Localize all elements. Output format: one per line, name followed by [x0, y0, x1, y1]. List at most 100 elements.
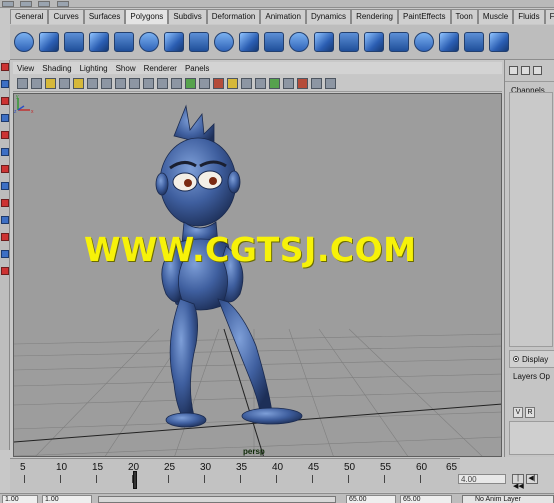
boolean-icon[interactable]: [364, 32, 384, 52]
sphere-icon[interactable]: [14, 32, 34, 52]
smooth-shade-icon[interactable]: [185, 77, 196, 89]
animation-start-field[interactable]: 1.00: [2, 495, 38, 503]
menu-shading[interactable]: Shading: [42, 64, 71, 73]
tab-muscle[interactable]: Muscle: [477, 9, 514, 24]
go-to-start-button[interactable]: |◀◀: [512, 474, 524, 490]
tab-deformation[interactable]: Deformation: [206, 9, 261, 24]
separate-icon[interactable]: [289, 32, 309, 52]
quadrangulate-icon[interactable]: [464, 32, 484, 52]
soccer-ball-icon[interactable]: [239, 32, 259, 52]
layout-graph-icon[interactable]: [1, 216, 9, 224]
step-back-button[interactable]: ◀|: [526, 474, 538, 484]
smooth-icon[interactable]: [339, 32, 359, 52]
current-frame-field[interactable]: 4.00: [458, 474, 506, 484]
wireframe-icon[interactable]: [171, 77, 182, 89]
lasso-tool-icon[interactable]: [1, 80, 9, 88]
tab-painteffects[interactable]: PaintEffects: [397, 9, 451, 24]
high-quality-icon[interactable]: [283, 77, 294, 89]
two-sided-lighting-icon[interactable]: [325, 77, 336, 89]
layout-outliner-icon[interactable]: [1, 199, 9, 207]
tab-curves[interactable]: Curves: [48, 9, 84, 24]
animation-end-field[interactable]: 65.00: [400, 495, 452, 503]
tab-general[interactable]: General: [10, 9, 49, 24]
isolate-select-icon[interactable]: [269, 77, 280, 89]
combine-icon[interactable]: [264, 32, 284, 52]
select-camera-icon[interactable]: [17, 77, 28, 89]
camera-attributes-icon[interactable]: [31, 77, 42, 89]
display-radio[interactable]: [513, 356, 519, 362]
menu-lighting[interactable]: Lighting: [80, 64, 108, 73]
tab-fluids[interactable]: Fluids: [513, 9, 545, 24]
status-line-icon[interactable]: [2, 1, 14, 7]
plane-icon[interactable]: [114, 32, 134, 52]
menu-show[interactable]: Show: [116, 64, 136, 73]
tab-dynamics[interactable]: Dynamics: [305, 9, 352, 24]
tool-settings-toggle-icon[interactable]: [533, 66, 542, 75]
time-slider[interactable]: 5 10 15 20 25 30 35 40 45 50 55 60 65: [10, 458, 460, 492]
visibility-toggle[interactable]: V: [513, 407, 523, 418]
bookmark-icon[interactable]: [45, 77, 56, 89]
textured-icon[interactable]: [213, 77, 224, 89]
playback-end-field[interactable]: 65.00: [346, 495, 396, 503]
tab-rendering[interactable]: Rendering: [351, 9, 398, 24]
layout-extra-icon[interactable]: [1, 267, 9, 275]
extract-icon[interactable]: [314, 32, 334, 52]
anim-layer-selector[interactable]: No Anim Layer: [462, 495, 554, 503]
menu-view[interactable]: View: [17, 64, 34, 73]
xray-icon[interactable]: [255, 77, 266, 89]
reference-toggle[interactable]: R: [525, 407, 535, 418]
range-slider[interactable]: [98, 496, 336, 503]
cube-icon[interactable]: [39, 32, 59, 52]
tab-fur[interactable]: Fu: [544, 9, 554, 24]
prism-icon[interactable]: [164, 32, 184, 52]
film-gate-icon[interactable]: [87, 77, 98, 89]
reduce-icon[interactable]: [414, 32, 434, 52]
move-tool-icon[interactable]: [1, 97, 9, 105]
frame-selected-icon[interactable]: [311, 77, 322, 89]
layout-four-icon[interactable]: [1, 182, 9, 190]
options-menu[interactable]: Op: [539, 372, 550, 381]
cylinder-icon[interactable]: [64, 32, 84, 52]
attribute-editor-toggle-icon[interactable]: [521, 66, 530, 75]
time-slider-playhead[interactable]: [133, 471, 137, 489]
shadows-icon[interactable]: [241, 77, 252, 89]
torus-icon[interactable]: [139, 32, 159, 52]
resolution-gate-icon[interactable]: [101, 77, 112, 89]
menu-panels[interactable]: Panels: [185, 64, 209, 73]
grid-toggle-icon[interactable]: [73, 77, 84, 89]
tab-toon[interactable]: Toon: [450, 9, 478, 24]
safe-title-icon[interactable]: [157, 77, 168, 89]
fill-hole-icon[interactable]: [489, 32, 509, 52]
layout-single-icon[interactable]: [1, 165, 9, 173]
status-line-icon[interactable]: [20, 1, 33, 7]
menu-renderer[interactable]: Renderer: [144, 64, 177, 73]
display-layer-tab[interactable]: Display: [509, 350, 554, 368]
lights-icon[interactable]: [227, 77, 238, 89]
image-plane-icon[interactable]: [59, 77, 70, 89]
frame-all-icon[interactable]: [297, 77, 308, 89]
select-tool-icon[interactable]: [1, 63, 9, 71]
tab-surfaces[interactable]: Surfaces: [83, 9, 126, 24]
channel-box-toggle-icon[interactable]: [509, 66, 518, 75]
pipe-icon[interactable]: [189, 32, 209, 52]
manipulator-tool-icon[interactable]: [1, 148, 9, 156]
status-line-icon[interactable]: [56, 1, 69, 7]
tab-polygons[interactable]: Polygons: [125, 9, 169, 24]
perspective-viewport[interactable]: WWW.CGTSJ.COM y z x persp: [13, 93, 502, 457]
helix-icon[interactable]: [214, 32, 234, 52]
playback-start-field[interactable]: 1.00: [42, 495, 92, 503]
status-line-icon[interactable]: [38, 1, 51, 7]
triangulate-icon[interactable]: [439, 32, 459, 52]
layout-custom-icon[interactable]: [1, 250, 9, 258]
shaded-wireframe-icon[interactable]: [199, 77, 210, 89]
safe-action-icon[interactable]: [143, 77, 154, 89]
field-chart-icon[interactable]: [129, 77, 140, 89]
gate-mask-icon[interactable]: [115, 77, 126, 89]
mirror-icon[interactable]: [389, 32, 409, 52]
tab-animation[interactable]: Animation: [260, 9, 306, 24]
rotate-tool-icon[interactable]: [1, 114, 9, 122]
layout-hypershade-icon[interactable]: [1, 233, 9, 241]
scale-tool-icon[interactable]: [1, 131, 9, 139]
tab-subdivs[interactable]: Subdivs: [168, 9, 207, 24]
layers-menu[interactable]: Layers: [513, 372, 537, 381]
